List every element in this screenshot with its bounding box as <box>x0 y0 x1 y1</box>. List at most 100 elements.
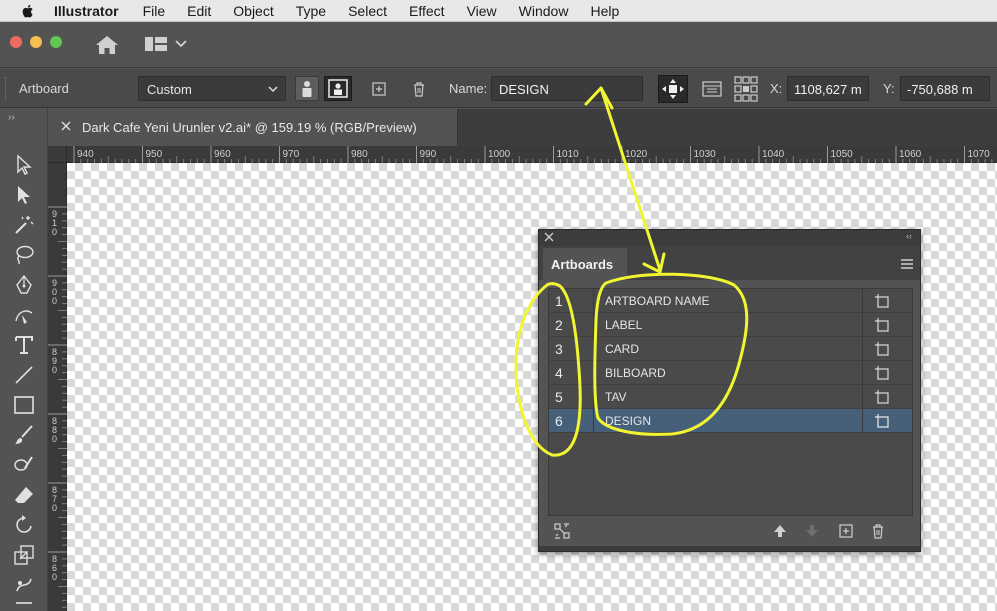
vertical-ruler[interactable]: 910900890880870860 <box>48 163 67 611</box>
panel-tab-strip: Artboards <box>539 246 920 280</box>
artboard-preset-select[interactable]: Custom <box>138 76 286 101</box>
trash-icon[interactable] <box>410 80 428 98</box>
menu-type[interactable]: Type <box>296 3 326 19</box>
portrait-icon <box>302 81 312 97</box>
window-minimize-button[interactable] <box>30 36 42 48</box>
close-icon[interactable] <box>60 120 72 132</box>
artboard-name[interactable]: LABEL <box>595 313 863 336</box>
ruler-label: 1070 <box>968 149 991 160</box>
horizontal-ruler[interactable]: 940 950 960 970 980 990 1000 1010 1020 1030 1040 10… <box>67 146 997 163</box>
artboard-name[interactable]: TAV <box>595 385 863 408</box>
window-close-button[interactable] <box>10 36 22 48</box>
artboard-row-3[interactable]: 3 CARD <box>549 337 912 361</box>
menu-window[interactable]: Window <box>519 3 569 19</box>
rearrange-artboards-icon[interactable] <box>554 523 570 539</box>
artboard-row-5[interactable]: 5 TAV <box>549 385 912 409</box>
home-icon[interactable] <box>94 34 120 56</box>
curvature-tool-icon[interactable] <box>12 303 36 327</box>
collapse-panel-icon[interactable]: ‹‹ <box>906 231 912 241</box>
apple-icon[interactable] <box>20 3 36 19</box>
document-tab[interactable]: Dark Cafe Yeni Urunler v2.ai* @ 159.19 %… <box>48 109 458 146</box>
artboard-number: 5 <box>549 385 594 408</box>
artboard-name[interactable]: DESIGN <box>595 409 863 432</box>
menu-file[interactable]: File <box>143 3 166 19</box>
pen-tool-icon[interactable] <box>12 273 36 297</box>
control-bar: Artboard Custom Name: DESIGN X: 1108,627… <box>0 69 997 108</box>
artboard-options-icon[interactable] <box>874 365 890 380</box>
move-down-icon[interactable] <box>804 523 820 539</box>
portrait-orientation-button[interactable] <box>295 76 319 101</box>
x-position-field[interactable]: 1108,627 m <box>787 76 869 101</box>
artboard-options-icon[interactable] <box>874 413 890 428</box>
artboard-name[interactable]: ARTBOARD NAME <box>595 289 863 312</box>
selection-tool-icon[interactable] <box>12 153 36 177</box>
magic-wand-tool-icon[interactable] <box>12 213 36 237</box>
new-artboard-icon[interactable] <box>370 80 388 98</box>
artboards-tab[interactable]: Artboards <box>543 248 627 280</box>
artboard-row-1[interactable]: 1 ARTBOARD NAME <box>549 289 912 313</box>
tools-panel: ›› <box>0 109 48 611</box>
scale-tool-icon[interactable] <box>12 543 36 567</box>
artboards-panel: ‹‹ Artboards 1 ARTBOARD NAME 2 LABEL 3 C… <box>538 229 921 552</box>
reference-point-icon[interactable] <box>733 75 759 103</box>
menu-edit[interactable]: Edit <box>187 3 211 19</box>
artboard-row-2[interactable]: 2 LABEL <box>549 313 912 337</box>
rectangle-tool-icon[interactable] <box>12 393 36 417</box>
artboard-name[interactable]: BILBOARD <box>595 361 863 384</box>
control-bar-grip[interactable] <box>5 77 8 101</box>
ruler-label: 1050 <box>831 149 854 160</box>
menu-select[interactable]: Select <box>348 3 387 19</box>
artboard-row-4[interactable]: 4 BILBOARD <box>549 361 912 385</box>
artboard-options-icon[interactable] <box>701 80 723 98</box>
workspace-icon[interactable] <box>144 35 168 53</box>
rotate-tool-icon[interactable] <box>12 513 36 537</box>
ruler-label: 960 <box>214 149 231 160</box>
menu-effect[interactable]: Effect <box>409 3 445 19</box>
illustrator-window: Illustrator File Edit Object Type Select… <box>0 0 997 611</box>
eraser-tool-icon[interactable] <box>12 483 36 507</box>
menu-view[interactable]: View <box>467 3 497 19</box>
paintbrush-tool-icon[interactable] <box>12 423 36 447</box>
tool-partial-icon[interactable] <box>12 601 36 611</box>
artboard-row-6[interactable]: 6 DESIGN <box>549 409 912 433</box>
direct-selection-tool-icon[interactable] <box>12 183 36 207</box>
artboard-options-icon[interactable] <box>874 317 890 332</box>
artboards-list: 1 ARTBOARD NAME 2 LABEL 3 CARD 4 BILBOAR… <box>548 288 913 516</box>
ruler-label-digit: 0 <box>52 572 57 582</box>
landscape-orientation-button[interactable] <box>324 76 352 101</box>
toolbar-collapse-icon[interactable]: ›› <box>8 112 15 123</box>
window-zoom-button[interactable] <box>50 36 62 48</box>
new-artboard-icon[interactable] <box>838 523 854 539</box>
menu-app-name[interactable]: Illustrator <box>54 3 119 19</box>
ruler-label: 990 <box>420 149 437 160</box>
ruler-label: 940 <box>77 149 94 160</box>
shaper-tool-icon[interactable] <box>12 453 36 477</box>
artboard-number: 2 <box>549 313 594 336</box>
ruler-label: 1020 <box>625 149 648 160</box>
panel-header[interactable]: ‹‹ <box>539 230 920 246</box>
close-icon[interactable] <box>544 232 554 242</box>
menu-object[interactable]: Object <box>233 3 273 19</box>
ruler-label: 970 <box>283 149 300 160</box>
move-up-icon[interactable] <box>772 523 788 539</box>
chevron-down-icon[interactable] <box>174 37 188 51</box>
artboard-name[interactable]: CARD <box>595 337 863 360</box>
y-position-field[interactable]: -750,688 m <box>900 76 990 101</box>
move-copy-artwork-button[interactable] <box>658 75 688 103</box>
preset-value: Custom <box>147 82 192 97</box>
line-tool-icon[interactable] <box>12 363 36 387</box>
ruler-label: 1010 <box>557 149 580 160</box>
artboard-options-icon[interactable] <box>874 341 890 356</box>
artboard-options-icon[interactable] <box>874 389 890 404</box>
artboard-options-icon[interactable] <box>874 293 890 308</box>
panel-menu-icon[interactable] <box>900 258 914 270</box>
artboard-name-field[interactable]: DESIGN <box>491 76 643 101</box>
ruler-label: 1040 <box>762 149 785 160</box>
trash-icon[interactable] <box>870 523 886 539</box>
ruler-origin[interactable] <box>48 146 67 163</box>
lasso-tool-icon[interactable] <box>12 243 36 267</box>
type-tool-icon[interactable] <box>12 333 36 357</box>
warp-tool-icon[interactable] <box>12 573 36 597</box>
menu-help[interactable]: Help <box>590 3 619 19</box>
panel-resize-grip[interactable] <box>539 546 920 551</box>
